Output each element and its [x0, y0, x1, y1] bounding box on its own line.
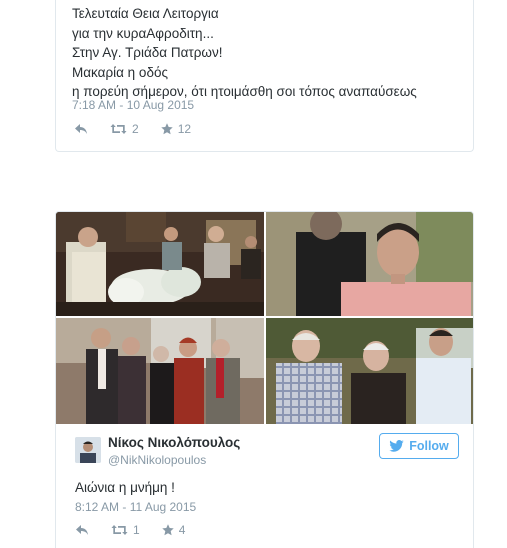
photo-ceremony[interactable]	[56, 212, 264, 316]
tweet-actions: 1 4	[75, 523, 207, 537]
reply-button[interactable]	[75, 524, 89, 536]
like-button[interactable]: 4	[161, 523, 186, 537]
retweet-icon	[111, 525, 128, 535]
tweet-card-1: Τελευταία Θεια Λειτοργια για την κυραΑφρ…	[55, 0, 474, 152]
tweet-card-2: Νίκος Νικολόπουλος @NikNikolopoulos Foll…	[55, 211, 474, 548]
tweet-line: για την κυραΑφροδιτη...	[72, 25, 214, 41]
retweet-count: 1	[133, 523, 140, 537]
photo-seated[interactable]	[266, 318, 473, 424]
author-name[interactable]: Νίκος Νικολόπουλος	[108, 435, 240, 450]
reply-icon	[75, 124, 87, 134]
like-count: 4	[178, 523, 186, 537]
like-count: 12	[177, 122, 192, 136]
tweet-text: Αιώνια η μνήμη !	[75, 480, 175, 495]
retweet-count: 2	[132, 122, 139, 136]
tweet-text: Τελευταία Θεια Λειτοργια για την κυραΑφρ…	[72, 4, 462, 102]
reply-icon	[76, 525, 88, 535]
tweet-line: Στην Αγ. Τριάδα Πατρων!	[72, 45, 223, 60]
tweet-timestamp[interactable]: 8:12 AM - 11 Aug 2015	[75, 500, 196, 514]
like-button[interactable]: 12	[160, 122, 192, 136]
tweet-actions: 2 12	[74, 122, 213, 136]
retweet-button[interactable]: 2	[110, 122, 139, 136]
star-icon	[161, 524, 174, 536]
follow-button[interactable]: Follow	[379, 433, 459, 459]
star-icon	[160, 123, 173, 135]
avatar[interactable]	[75, 437, 101, 463]
retweet-button[interactable]: 1	[111, 523, 140, 537]
reply-button[interactable]	[74, 123, 88, 135]
twitter-bird-icon	[389, 440, 404, 452]
retweet-icon	[110, 124, 127, 134]
photo-collage	[56, 212, 473, 424]
tweet-line: Τελευταία Θεια Λειτοργια	[72, 6, 219, 21]
tweet-timestamp[interactable]: 7:18 AM - 10 Aug 2015	[72, 98, 194, 112]
author-handle[interactable]: @NikNikolopoulos	[108, 453, 206, 467]
follow-label: Follow	[409, 439, 449, 453]
photo-two-men[interactable]	[266, 212, 473, 316]
tweet-line: Μακαρία η οδός	[72, 64, 168, 80]
photo-group[interactable]	[56, 318, 264, 424]
